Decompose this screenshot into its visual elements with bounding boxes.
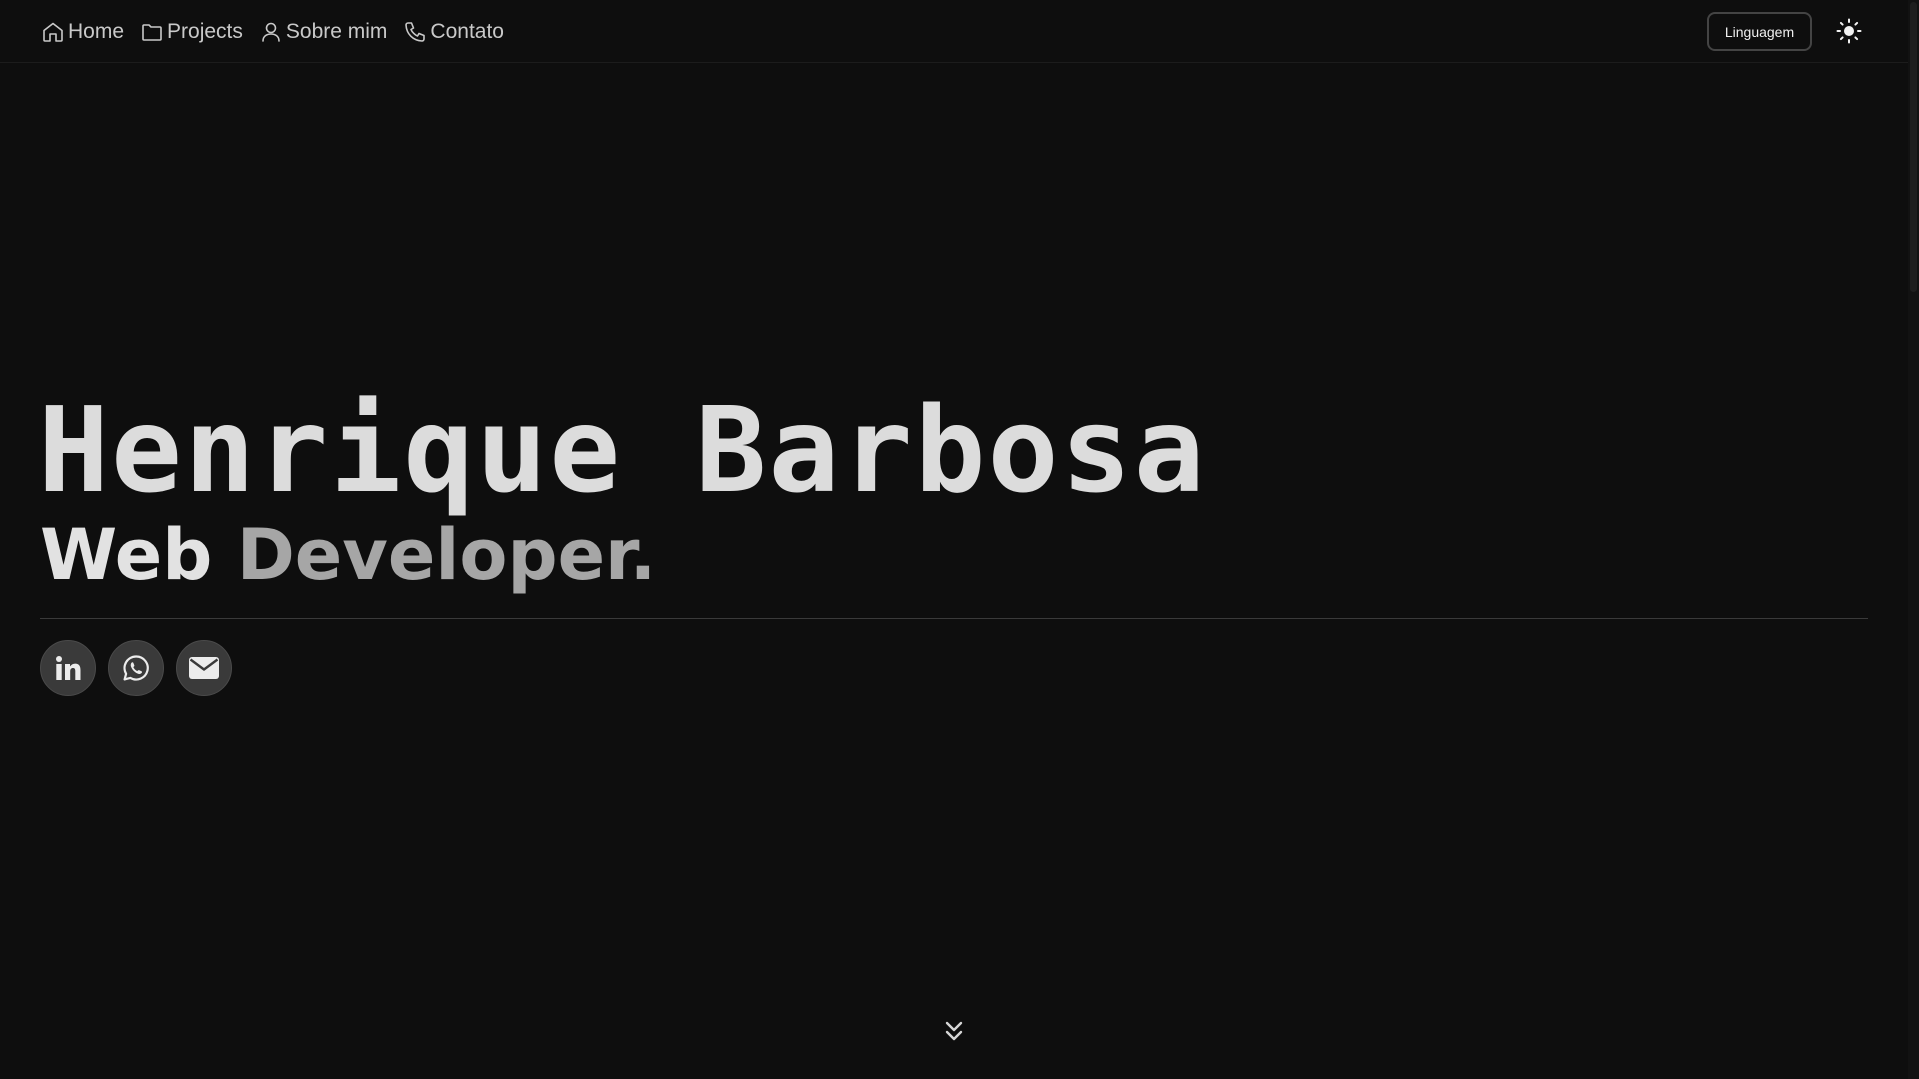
hero-role-second: Developer. xyxy=(236,514,657,596)
nav-link-label: Home xyxy=(68,20,125,43)
nav-link-label: Sobre mim xyxy=(285,20,388,43)
hero-role-first: Web xyxy=(40,514,213,596)
divider xyxy=(40,618,1868,619)
mail-icon xyxy=(189,657,219,679)
scrollbar-thumb[interactable] xyxy=(1910,2,1917,292)
whatsapp-button[interactable] xyxy=(108,640,164,696)
nav-link-projects[interactable]: Projects xyxy=(140,20,243,44)
nav-link-contact[interactable]: Contato xyxy=(403,20,504,44)
hero-role: Web Developer. xyxy=(40,515,656,595)
hero-name: Henrique Barbosa xyxy=(38,381,1207,519)
nav-links: Home Projects Sobre mim Contato xyxy=(41,0,520,64)
home-icon xyxy=(43,22,63,42)
page: Home Projects Sobre mim Contato Linguage… xyxy=(0,0,1919,1079)
scrollbar[interactable] xyxy=(1908,0,1919,1079)
nav-link-about[interactable]: Sobre mim xyxy=(259,20,388,44)
linkedin-button[interactable] xyxy=(40,640,96,696)
scroll-down-button[interactable] xyxy=(942,1018,966,1046)
nav-link-home[interactable]: Home xyxy=(41,20,124,44)
phone-icon xyxy=(405,22,426,42)
nav-link-label: Contato xyxy=(430,20,504,43)
theme-toggle[interactable] xyxy=(1834,16,1864,46)
sun-icon xyxy=(1836,18,1862,44)
double-chevron-down-icon xyxy=(945,1021,963,1041)
social-links xyxy=(40,640,244,696)
folder-icon xyxy=(142,24,162,41)
email-button[interactable] xyxy=(176,640,232,696)
whatsapp-icon xyxy=(123,655,149,681)
language-button[interactable]: Linguagem xyxy=(1707,12,1812,51)
nav-link-label: Projects xyxy=(167,20,243,43)
linkedin-icon xyxy=(56,656,81,680)
navbar: Home Projects Sobre mim Contato Linguage… xyxy=(0,0,1908,63)
user-icon xyxy=(262,22,280,42)
